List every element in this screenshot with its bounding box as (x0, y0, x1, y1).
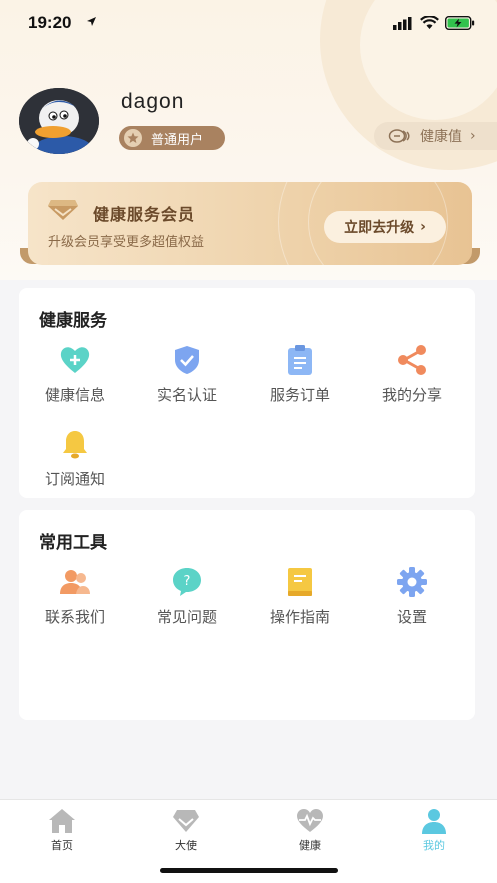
coins-icon (388, 129, 410, 143)
status-time: 19:20 (28, 13, 72, 32)
question-bubble-icon: ? (173, 568, 201, 596)
avatar[interactable] (19, 88, 99, 154)
service-label: 订阅通知 (44, 470, 105, 488)
tab-label: 首页 (51, 839, 73, 852)
chevron-right-icon: › (420, 219, 426, 235)
health-value-label: 健康值 (420, 129, 462, 145)
bell-icon (63, 431, 87, 459)
contacts-icon (60, 570, 90, 594)
tab-ambassador[interactable]: 大使 (141, 806, 231, 852)
svg-text:?: ? (184, 574, 191, 589)
health-services-card: 健康服务 健康信息 实名认证 服务订单 我的分享 订阅通知 (19, 288, 475, 498)
health-value-button[interactable]: 健康值 › (374, 122, 497, 150)
heart-plus-icon (60, 347, 90, 373)
service-label: 服务订单 (269, 386, 330, 404)
tab-label: 健康 (299, 839, 321, 852)
tab-home[interactable]: 首页 (17, 806, 107, 852)
service-label: 实名认证 (156, 386, 217, 404)
tab-mine[interactable]: 我的 (389, 806, 479, 852)
shield-check-icon (175, 346, 199, 374)
common-tools-card: 常用工具 联系我们 ? 常见问题 操作指南 设置 (19, 510, 475, 720)
share-icon (398, 345, 426, 375)
common-tools-title: 常用工具 (39, 533, 107, 553)
tool-label: 联系我们 (44, 608, 105, 626)
service-item-health-info[interactable]: 健康信息 (25, 344, 125, 414)
tool-label: 常见问题 (156, 608, 217, 626)
star-icon (124, 129, 142, 147)
upgrade-button-label: 立即去升级 (344, 220, 415, 236)
service-label: 我的分享 (381, 386, 442, 404)
service-label: 健康信息 (44, 386, 105, 404)
tool-item-settings[interactable]: 设置 (362, 566, 462, 636)
tab-label: 我的 (423, 839, 445, 852)
member-card[interactable]: 健康服务会员 升级会员享受更多超值权益 立即去升级 › (28, 182, 472, 265)
user-level-label: 普通用户 (151, 132, 204, 148)
status-bar: 19:20 (0, 0, 497, 48)
tab-label: 大使 (175, 839, 197, 852)
cellular-signal-icon (393, 17, 412, 30)
service-item-subscribe[interactable]: 订阅通知 (25, 428, 125, 498)
tool-item-guide[interactable]: 操作指南 (250, 566, 350, 636)
chevron-right-icon: › (470, 128, 476, 144)
user-level-badge: 普通用户 (119, 126, 225, 150)
health-services-title: 健康服务 (39, 311, 107, 331)
wifi-icon (420, 16, 439, 29)
avatar-image (19, 88, 99, 154)
service-item-orders[interactable]: 服务订单 (250, 344, 350, 414)
diamond-icon (173, 810, 199, 832)
tool-label: 操作指南 (269, 608, 330, 626)
heartbeat-icon (297, 809, 323, 832)
username: dagon (121, 90, 185, 113)
battery-charging-icon (445, 16, 475, 30)
upgrade-button[interactable]: 立即去升级 › (324, 211, 446, 243)
tool-item-contact[interactable]: 联系我们 (25, 566, 125, 636)
clipboard-icon (288, 345, 312, 375)
home-icon (49, 809, 75, 833)
gear-icon (397, 567, 427, 597)
location-arrow-icon (87, 17, 96, 26)
member-subtitle: 升级会员享受更多超值权益 (48, 235, 205, 250)
service-item-share[interactable]: 我的分享 (362, 344, 462, 414)
tool-item-faq[interactable]: ? 常见问题 (137, 566, 237, 636)
guide-book-icon (288, 568, 312, 596)
person-icon (422, 809, 446, 834)
diamond-icon (48, 200, 78, 220)
service-item-verification[interactable]: 实名认证 (137, 344, 237, 414)
tab-health[interactable]: 健康 (265, 806, 355, 852)
home-indicator (160, 868, 338, 873)
member-title: 健康服务会员 (93, 205, 196, 224)
tool-label: 设置 (396, 608, 427, 626)
